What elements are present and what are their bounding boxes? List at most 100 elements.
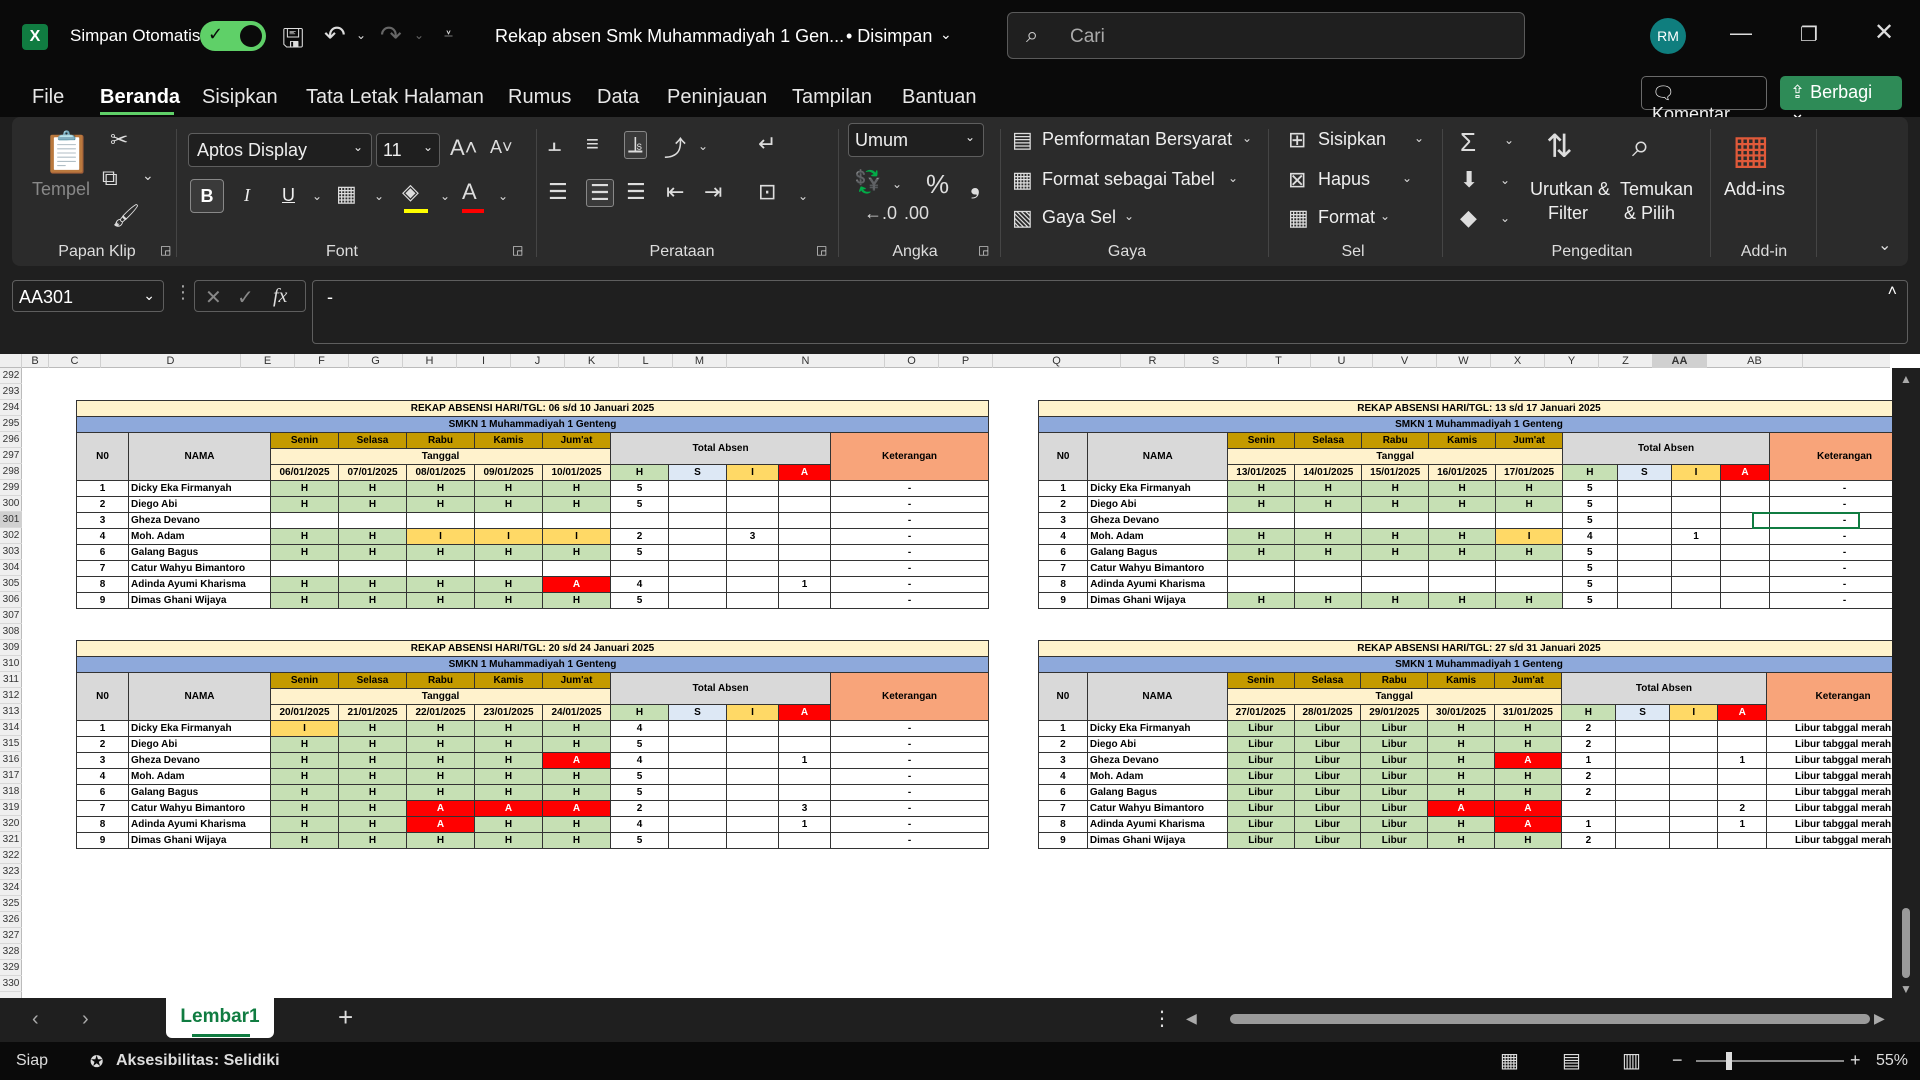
count-a[interactable]: 2: [1717, 800, 1768, 817]
row-no[interactable]: 8: [76, 816, 129, 833]
row-header[interactable]: 292: [0, 368, 22, 384]
row-header[interactable]: 295: [0, 416, 22, 432]
attendance-cell[interactable]: H: [1294, 480, 1363, 497]
count-h[interactable]: 2: [610, 528, 669, 545]
count-s[interactable]: [1614, 784, 1671, 801]
attendance-cell[interactable]: H: [270, 576, 339, 593]
attendance-cell[interactable]: H: [474, 496, 543, 513]
student-name[interactable]: Galang Bagus: [128, 784, 271, 801]
row-header[interactable]: 308: [0, 624, 22, 640]
count-i[interactable]: [726, 832, 779, 849]
attendance-cell[interactable]: H: [542, 592, 611, 609]
count-s[interactable]: [668, 832, 727, 849]
day-header[interactable]: Jum'at: [1495, 432, 1564, 449]
header-s[interactable]: S: [668, 704, 727, 721]
row-header[interactable]: 330: [0, 976, 22, 992]
attendance-cell[interactable]: H: [1294, 528, 1363, 545]
count-h[interactable]: [610, 560, 669, 577]
tab-beranda[interactable]: Beranda: [100, 86, 180, 109]
attendance-cell[interactable]: H: [1227, 592, 1296, 609]
school-name[interactable]: SMKN 1 Muhammadiyah 1 Genteng: [1038, 416, 1920, 433]
delete-cells-icon[interactable]: ⊠: [1288, 167, 1306, 193]
attendance-cell[interactable]: Libur: [1226, 784, 1295, 801]
column-header[interactable]: U: [1311, 354, 1373, 368]
attendance-cell[interactable]: [406, 512, 475, 529]
tab-bantuan[interactable]: Bantuan: [902, 86, 977, 109]
attendance-cell[interactable]: H: [406, 496, 475, 513]
row-header[interactable]: 321: [0, 832, 22, 848]
align-right-icon[interactable]: ☰: [626, 179, 646, 205]
student-name[interactable]: Dicky Eka Firmanyah: [1087, 480, 1229, 497]
count-h[interactable]: 5: [1562, 592, 1618, 609]
student-name[interactable]: Dimas Ghani Wijaya: [1087, 592, 1229, 609]
header-total-absen[interactable]: Total Absen: [1560, 672, 1768, 705]
attendance-cell[interactable]: H: [270, 816, 339, 833]
count-i[interactable]: [1671, 560, 1721, 577]
student-name[interactable]: Adinda Ayumi Kharisma: [1087, 576, 1229, 593]
student-name[interactable]: Galang Bagus: [1086, 784, 1228, 801]
count-h[interactable]: 5: [610, 784, 669, 801]
count-a[interactable]: [778, 480, 831, 497]
count-s[interactable]: [668, 512, 727, 529]
attendance-cell[interactable]: H: [1493, 832, 1562, 849]
attendance-cell[interactable]: H: [1493, 736, 1562, 753]
wrap-text-icon[interactable]: ↵: [758, 131, 776, 157]
count-h[interactable]: 5: [610, 496, 669, 513]
attendance-cell[interactable]: H: [1428, 592, 1497, 609]
column-header[interactable]: Y: [1545, 354, 1599, 368]
count-a[interactable]: [1719, 592, 1770, 609]
attendance-cell[interactable]: H: [1227, 528, 1296, 545]
name-box[interactable]: AA301 ⌄: [12, 280, 164, 312]
prev-sheet-icon[interactable]: ‹: [32, 1008, 39, 1031]
column-header[interactable]: L: [619, 354, 673, 368]
attendance-cell[interactable]: H: [1495, 544, 1564, 561]
find-select-label-1[interactable]: Temukan: [1620, 179, 1693, 200]
count-a[interactable]: [778, 720, 831, 737]
keterangan-cell[interactable]: -: [830, 480, 989, 497]
attendance-cell[interactable]: Libur: [1360, 736, 1429, 753]
row-header[interactable]: 304: [0, 560, 22, 576]
student-name[interactable]: Dicky Eka Firmanyah: [1086, 720, 1228, 737]
table-title[interactable]: REKAP ABSENSI HARI/TGL: 06 s/d 10 Januar…: [76, 400, 989, 417]
student-name[interactable]: Adinda Ayumi Kharisma: [1086, 816, 1228, 833]
attendance-cell[interactable]: H: [270, 784, 339, 801]
header-nama[interactable]: NAMA: [1086, 672, 1228, 721]
count-i[interactable]: [726, 592, 779, 609]
attendance-cell[interactable]: H: [474, 544, 543, 561]
conditional-formatting-button[interactable]: Pemformatan Bersyarat: [1042, 129, 1232, 150]
school-name[interactable]: SMKN 1 Muhammadiyah 1 Genteng: [76, 656, 989, 673]
row-no[interactable]: 2: [76, 736, 129, 753]
day-header[interactable]: Rabu: [406, 672, 475, 689]
clear-dropdown-icon[interactable]: ⌄: [1500, 211, 1510, 225]
count-i[interactable]: [726, 560, 779, 577]
attendance-cell[interactable]: H: [1427, 752, 1495, 769]
attendance-cell[interactable]: [1495, 576, 1564, 593]
count-a[interactable]: [778, 544, 831, 561]
attendance-cell[interactable]: A: [542, 576, 611, 593]
font-color-dropdown-icon[interactable]: ⌄: [498, 189, 508, 203]
count-s[interactable]: [1616, 576, 1673, 593]
attendance-cell[interactable]: H: [1227, 544, 1296, 561]
row-no[interactable]: 7: [76, 800, 129, 817]
attendance-cell[interactable]: [1294, 512, 1363, 529]
keterangan-cell[interactable]: -: [830, 560, 989, 577]
date-header[interactable]: 10/01/2025: [542, 464, 611, 481]
header-tanggal[interactable]: Tanggal: [1226, 688, 1562, 705]
student-name[interactable]: Moh. Adam: [128, 768, 271, 785]
attendance-cell[interactable]: H: [542, 816, 611, 833]
attendance-cell[interactable]: H: [270, 528, 339, 545]
format-painter-icon[interactable]: 🖌: [112, 203, 140, 229]
keterangan-cell[interactable]: -: [830, 720, 989, 737]
restore-icon[interactable]: ❐: [1800, 22, 1818, 47]
count-i[interactable]: [726, 480, 779, 497]
scroll-up-icon[interactable]: ▲: [1900, 372, 1912, 386]
tab-data[interactable]: Data: [597, 86, 639, 109]
row-header[interactable]: 302: [0, 528, 22, 544]
attendance-cell[interactable]: Libur: [1293, 752, 1362, 769]
attendance-cell[interactable]: H: [406, 480, 475, 497]
student-name[interactable]: Adinda Ayumi Kharisma: [128, 576, 271, 593]
more-options-icon[interactable]: ⋮: [1152, 1006, 1172, 1031]
align-left-icon[interactable]: ☰: [548, 179, 568, 205]
fill-dropdown-icon[interactable]: ⌄: [440, 189, 450, 203]
table-title[interactable]: REKAP ABSENSI HARI/TGL: 20 s/d 24 Januar…: [76, 640, 989, 657]
